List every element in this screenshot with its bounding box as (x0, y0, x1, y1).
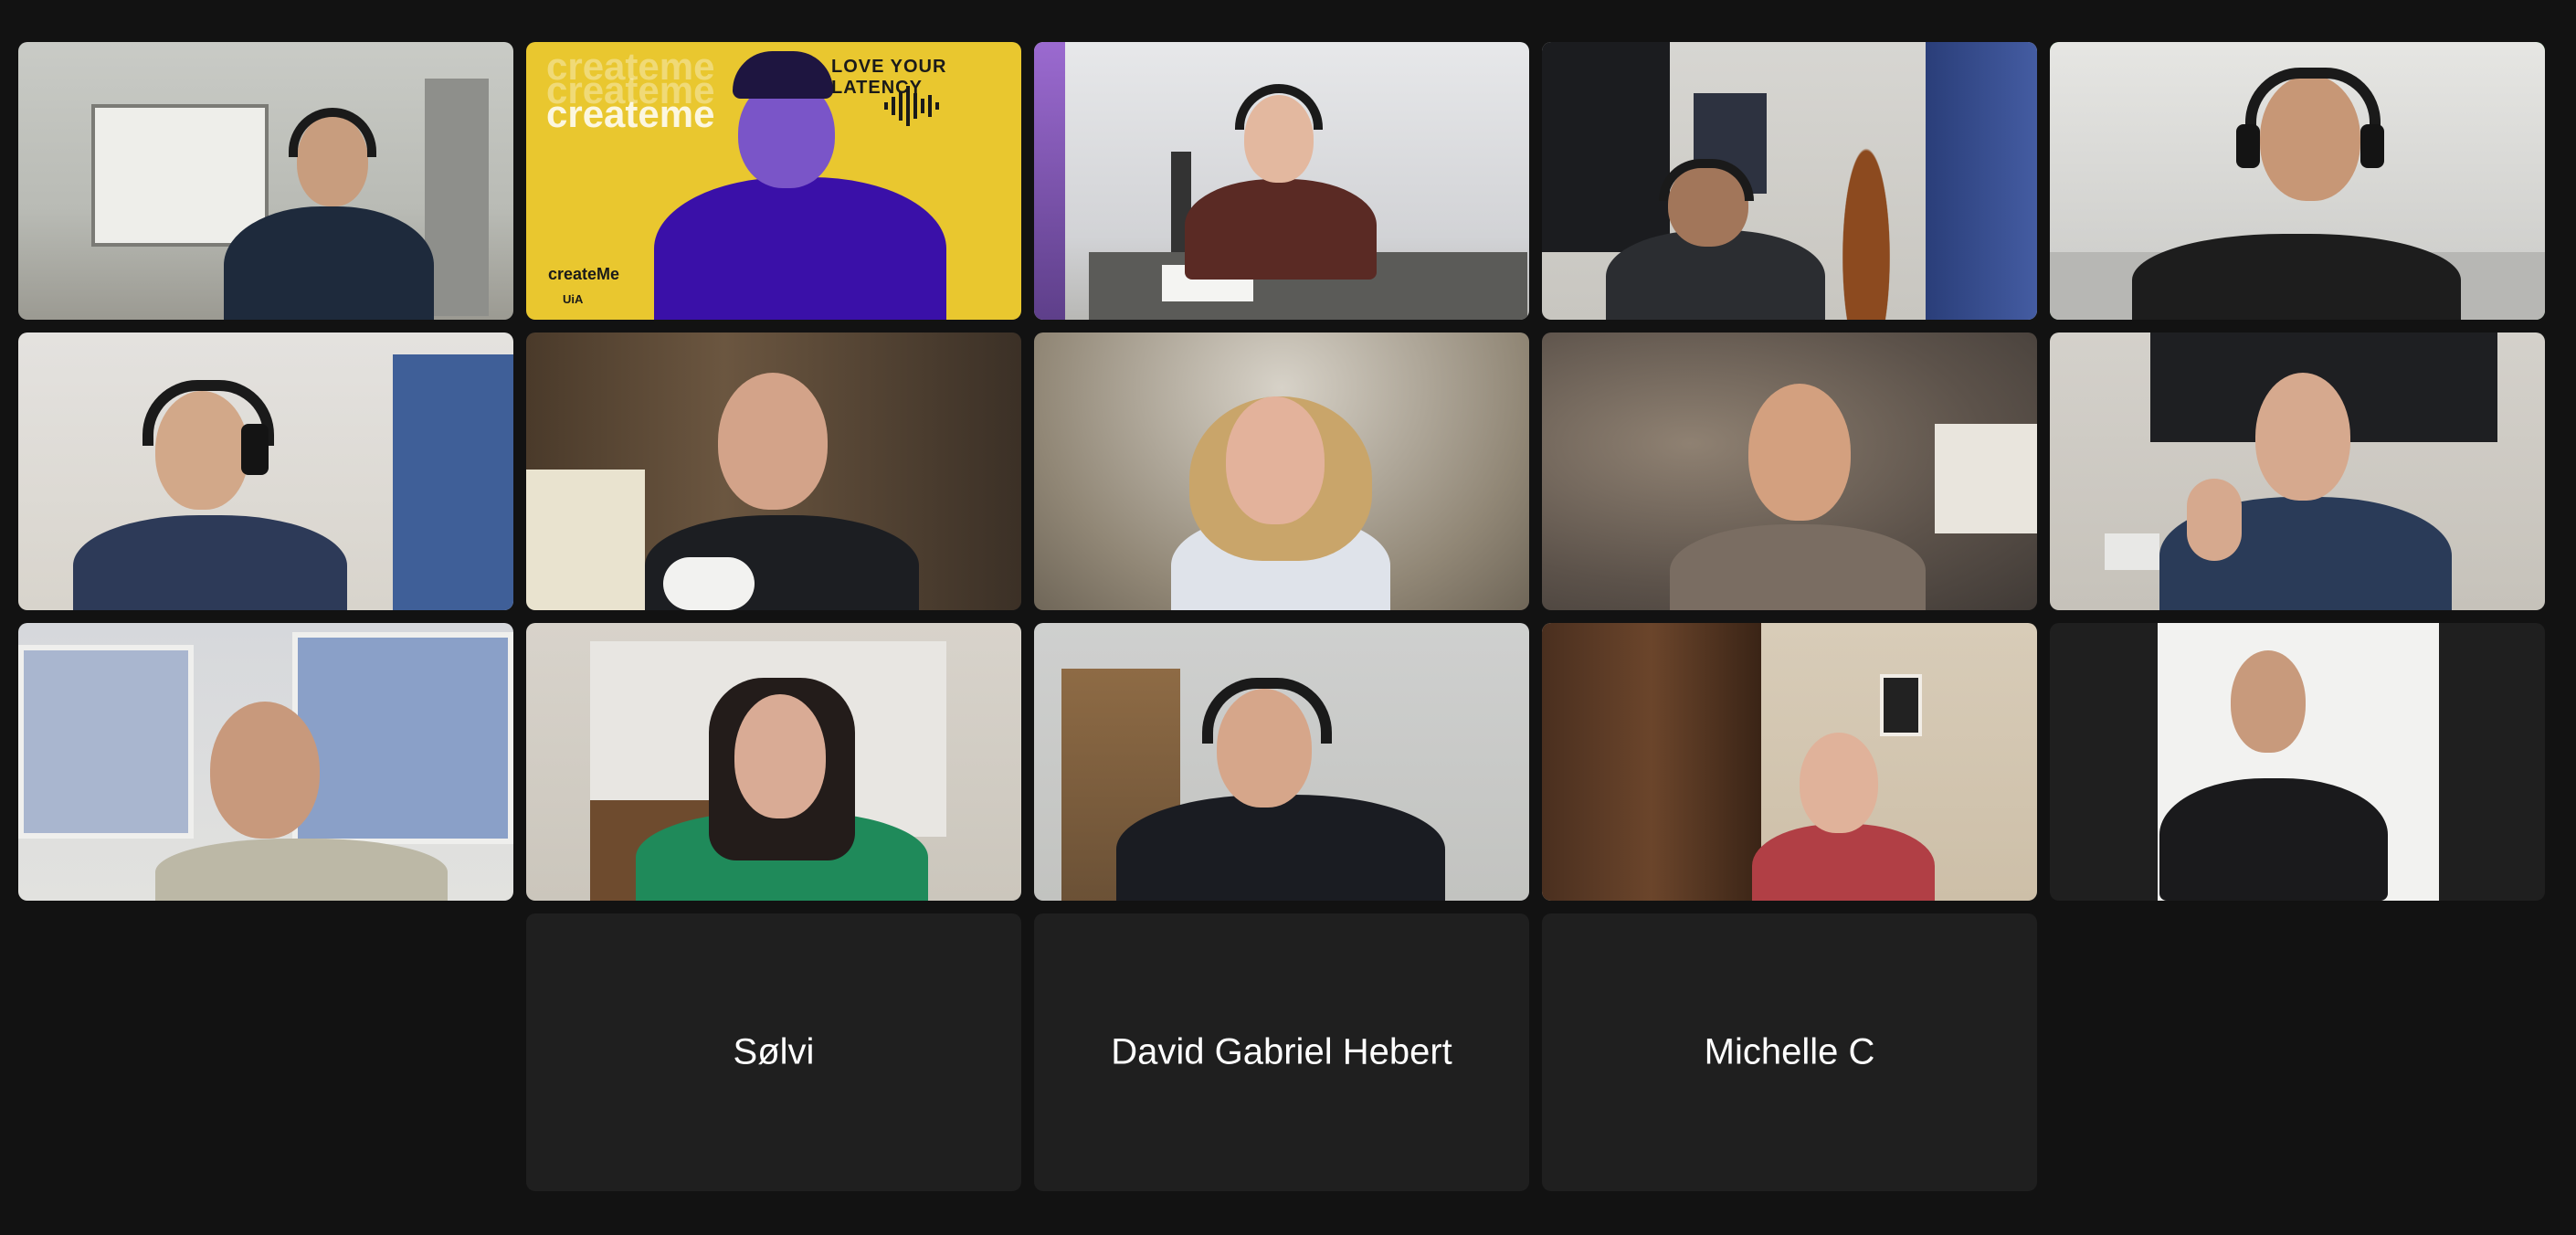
participant-head (734, 694, 826, 818)
participant-body (2132, 234, 2461, 320)
video-tile[interactable] (526, 332, 1021, 610)
keyboard (2105, 533, 2159, 570)
participant-body (1670, 524, 1926, 610)
participant-head (718, 373, 828, 510)
participant-name: Sølvi (733, 1031, 815, 1072)
video-tile[interactable] (1542, 332, 2037, 610)
video-tile[interactable] (1542, 623, 2037, 901)
participant-tile-no-video[interactable]: Sølvi (526, 913, 1021, 1191)
earcup (241, 424, 269, 475)
hand (2187, 479, 2242, 561)
video-tile[interactable]: createme createme createme LOVE YOUR LAT… (526, 42, 1021, 320)
video-tile[interactable] (526, 623, 1021, 901)
participant-head (1748, 384, 1851, 521)
door (393, 354, 513, 610)
poster (1542, 42, 1670, 252)
earcup (2360, 124, 2384, 168)
papers (663, 557, 755, 610)
participant-body (1185, 179, 1377, 280)
brand-logo: createMe (548, 265, 620, 283)
video-tile-active-speaker[interactable] (2050, 42, 2545, 320)
video-tile[interactable] (18, 623, 513, 901)
video-tile[interactable] (2050, 623, 2545, 901)
video-tile[interactable] (1034, 42, 1529, 320)
window (18, 645, 194, 839)
window-light (1935, 424, 2037, 533)
participant-body (224, 206, 434, 320)
audio-waveform-icon (882, 86, 946, 126)
video-gallery: createme createme createme LOVE YOUR LAT… (0, 0, 2576, 1235)
wall-poster (91, 104, 269, 247)
participant-body (654, 177, 946, 320)
video-tile[interactable] (1034, 623, 1529, 901)
participant-head (1226, 396, 1325, 524)
shelf (425, 79, 489, 316)
participant-head (1800, 733, 1878, 833)
brand-watermark: createme (546, 92, 715, 135)
participant-body (73, 515, 347, 610)
curtain (1926, 42, 2037, 320)
participant-body (1752, 824, 1935, 901)
picture-frame (1880, 674, 1922, 736)
video-tile[interactable] (18, 42, 513, 320)
window (292, 632, 513, 844)
double-bass (1825, 69, 1907, 320)
video-tile[interactable] (1542, 42, 2037, 320)
wooden-door (1542, 623, 1761, 901)
participant-head (2231, 650, 2306, 753)
participant-name: David Gabriel Hebert (1111, 1031, 1452, 1072)
video-tile[interactable] (2050, 332, 2545, 610)
purple-light (1034, 42, 1065, 320)
participant-body (155, 839, 448, 901)
earcup (2236, 124, 2260, 168)
org-logo: UiA (563, 292, 584, 306)
participant-body (1116, 795, 1445, 901)
participant-head (210, 702, 320, 839)
video-tile[interactable] (18, 332, 513, 610)
participant-head (2255, 373, 2350, 501)
participant-tile-no-video[interactable]: Michelle C (1542, 913, 2037, 1191)
video-tile[interactable] (1034, 332, 1529, 610)
participant-name: Michelle C (1704, 1031, 1875, 1072)
wall (526, 470, 645, 610)
participant-body (2159, 778, 2388, 901)
participant-tile-no-video[interactable]: David Gabriel Hebert (1034, 913, 1529, 1191)
